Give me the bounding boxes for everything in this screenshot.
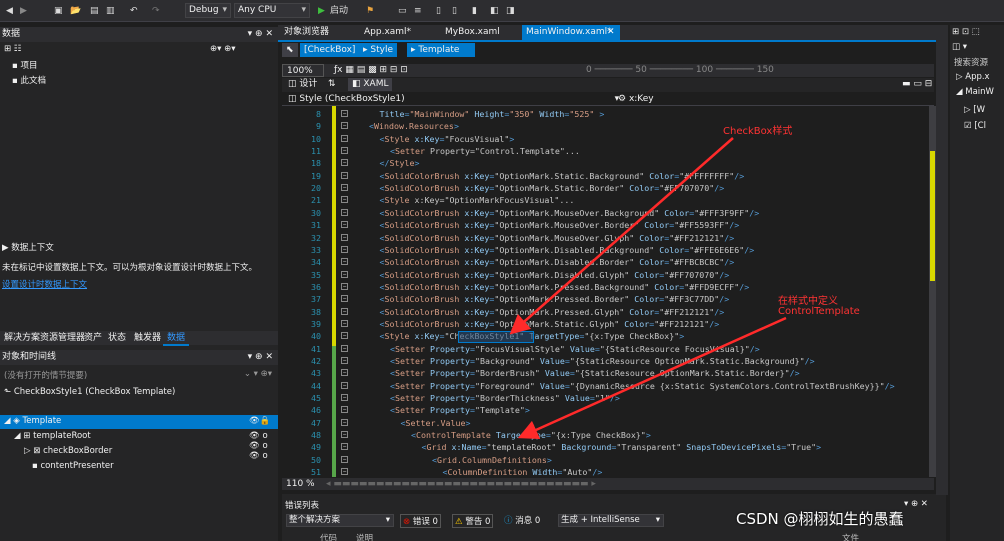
solution-item-mainwindow-label: MainW <box>965 87 994 97</box>
error-icon: ⊗ <box>403 517 411 527</box>
warnings-filter-label: 警告 0 <box>465 517 491 527</box>
error-list-title: 错误列表 <box>285 501 320 511</box>
solution-toolbar[interactable]: ⊞ ⊡ ⬚ <box>952 27 980 37</box>
warnings-filter[interactable]: ⚠ 警告 0 <box>452 514 494 528</box>
build-filter-label: 生成 + IntelliSense <box>561 515 640 525</box>
errors-filter-label: 错误 0 <box>412 517 438 527</box>
error-scope-chevron-icon: ▾ <box>385 515 390 525</box>
col-file[interactable]: 文件 <box>842 532 859 541</box>
solution-item-window[interactable]: ▷ [W <box>964 105 985 115</box>
error-list-pin-icon[interactable]: ▾ ⊕ ✕ <box>904 499 928 509</box>
solution-item-app-label: App.x <box>965 72 990 82</box>
messages-filter-label: 消息 0 <box>515 516 541 526</box>
horizontal-scrollbar[interactable]: ◂ ▬▬▬▬▬▬▬▬▬▬▬▬▬▬▬▬▬▬▬▬▬▬▬▬▬▬▬▬▬▬ ▸ <box>322 478 902 490</box>
solution-item-checkbox[interactable]: ☑ [Cl <box>964 121 986 131</box>
solution-explorer-panel: ⊞ ⊡ ⬚ ◫ ▾ 搜索资源 ▷ App.x ◢ MainW ▷ [W ☑ [C… <box>950 25 1004 541</box>
messages-filter[interactable]: ⓘ 消息 0 <box>504 514 540 526</box>
watermark: CSDN @栩栩如生的愚蠢 <box>736 510 904 528</box>
editor-bottom-bar: 110 % ◂ ▬▬▬▬▬▬▬▬▬▬▬▬▬▬▬▬▬▬▬▬▬▬▬▬▬▬▬▬▬▬ ▸ <box>282 478 934 490</box>
solution-item-window-label: [W <box>973 105 985 115</box>
build-filter-dropdown[interactable]: 生成 + IntelliSense ▾ <box>558 514 664 527</box>
solution-toolbar-2[interactable]: ◫ ▾ <box>952 42 967 52</box>
col-code[interactable]: 代码 <box>320 532 337 541</box>
solution-item-checkbox-label: [Cl <box>974 121 986 131</box>
error-scope-label: 整个解决方案 <box>289 515 341 525</box>
info-icon: ⓘ <box>504 516 513 526</box>
errors-filter[interactable]: ⊗ 错误 0 <box>400 514 441 528</box>
warning-icon: ⚠ <box>455 517 463 527</box>
arrow-to-template <box>517 316 787 440</box>
build-filter-chevron-icon: ▾ <box>655 515 660 525</box>
error-scope-dropdown[interactable]: 整个解决方案 ▾ <box>286 514 394 527</box>
solution-item-mainwindow[interactable]: ◢ MainW <box>956 87 994 97</box>
annotation-arrows <box>509 137 787 440</box>
arrow-to-style <box>509 137 734 335</box>
editor-zoom[interactable]: 110 % <box>282 478 319 490</box>
col-description[interactable]: 说明 <box>356 532 373 541</box>
resource-search-input[interactable]: 搜索资源 <box>954 56 988 68</box>
right-collapsed-strip <box>936 25 948 495</box>
solution-item-app[interactable]: ▷ App.x <box>956 72 990 82</box>
